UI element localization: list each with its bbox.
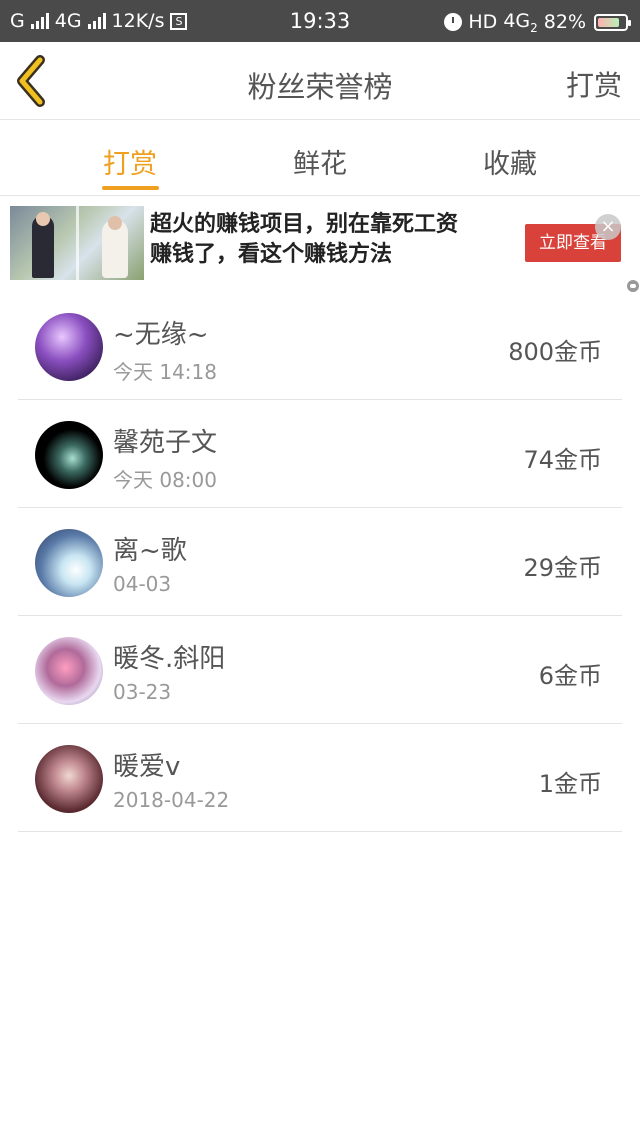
tab-reward[interactable]: 打赏: [70, 142, 190, 181]
battery-percent: 82%: [543, 11, 586, 34]
ad-line-2: 赚钱了，看这个赚钱方法: [150, 242, 393, 267]
user-name: 暖冬.斜阳: [113, 644, 226, 674]
coin-amount: 1金币: [538, 770, 602, 798]
coin-amount: 74金币: [523, 446, 602, 474]
tab-collect[interactable]: 收藏: [450, 142, 570, 181]
reward-time: 04-03: [113, 572, 172, 596]
ranking-list: ~无缘~ 今天 14:18 800金币 馨苑子文 今天 08:00 74金币 离…: [18, 292, 622, 832]
page-title: 粉丝荣誉榜: [247, 70, 393, 104]
user-name: 暖爱v: [113, 752, 181, 782]
avatar[interactable]: [35, 313, 103, 381]
coin-amount: 29金币: [523, 554, 602, 582]
sim-number: 2: [530, 20, 538, 35]
avatar[interactable]: [35, 745, 103, 813]
coin-amount: 6金币: [538, 662, 602, 690]
coin-amount: 800金币: [508, 338, 602, 366]
list-item[interactable]: 离~歌 04-03 29金币: [18, 508, 622, 616]
reward-time: 今天 14:18: [113, 360, 217, 384]
ad-image[interactable]: [10, 206, 144, 280]
network-right-label: 4G2: [503, 10, 538, 35]
tab-bar: 打赏 鲜花 收藏: [0, 120, 640, 196]
alarm-icon: [444, 13, 463, 32]
reward-button[interactable]: 打赏: [566, 64, 622, 104]
avatar[interactable]: [35, 529, 103, 597]
status-right: HD 4G2 82%: [444, 10, 631, 35]
user-name: 馨苑子文: [113, 428, 218, 458]
ad-info-icon[interactable]: [627, 280, 639, 292]
avatar[interactable]: [35, 637, 103, 705]
reward-time: 2018-04-22: [113, 788, 230, 812]
reward-time: 03-23: [113, 680, 172, 704]
tab-flowers[interactable]: 鲜花: [260, 142, 380, 181]
hd-label: HD: [468, 11, 498, 34]
list-item[interactable]: 暖冬.斜阳 03-23 6金币: [18, 616, 622, 724]
list-item[interactable]: ~无缘~ 今天 14:18 800金币: [18, 292, 622, 400]
ad-text[interactable]: 超火的赚钱项目，别在靠死工资 赚钱了，看这个赚钱方法: [150, 210, 510, 270]
ad-line-1: 超火的赚钱项目，别在靠死工资: [150, 212, 459, 237]
header: 粉丝荣誉榜 打赏: [0, 42, 640, 120]
battery-icon: [594, 13, 631, 31]
status-bar: G 4G 12K/s S 19:33 HD 4G2 82%: [0, 0, 640, 42]
list-item[interactable]: 暖爱v 2018-04-22 1金币: [18, 724, 622, 832]
reward-time: 今天 08:00: [113, 468, 217, 492]
user-name: 离~歌: [113, 536, 187, 566]
active-tab-indicator: [102, 186, 159, 190]
user-name: ~无缘~: [113, 320, 209, 350]
ad-banner[interactable]: 超火的赚钱项目，别在靠死工资 赚钱了，看这个赚钱方法 立即查看: [0, 196, 640, 294]
avatar[interactable]: [35, 421, 103, 489]
ad-close-icon[interactable]: ×: [595, 214, 621, 240]
list-item[interactable]: 馨苑子文 今天 08:00 74金币: [18, 400, 622, 508]
battery-fill: [598, 17, 620, 27]
